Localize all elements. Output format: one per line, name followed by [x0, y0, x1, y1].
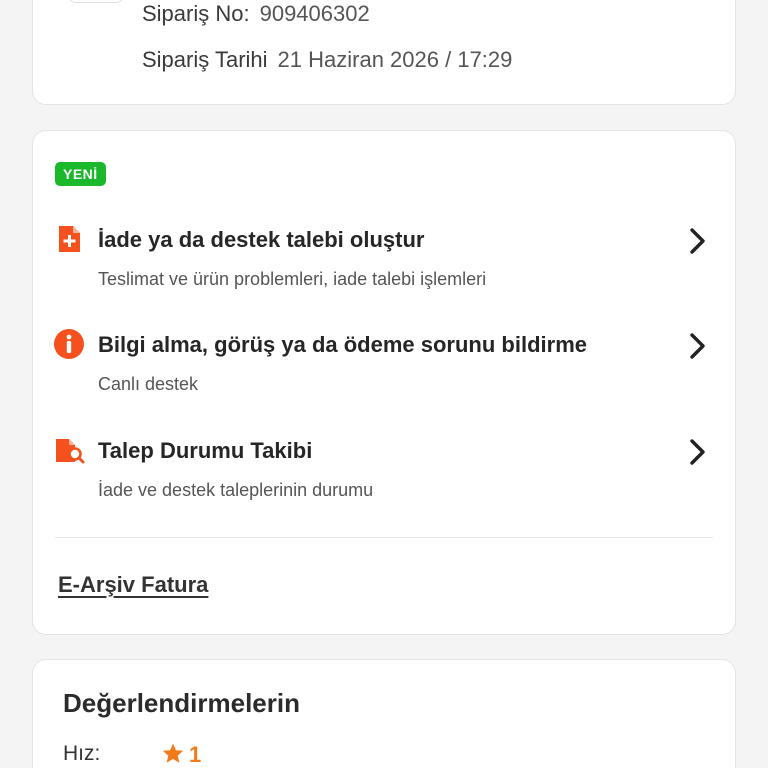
create-return-request-subtitle: Teslimat ve ürün problemleri, iade taleb…	[98, 269, 487, 289]
request-status-tracking-title: Talep Durumu Takibi	[98, 438, 313, 463]
info-feedback-payment-item[interactable]: Bilgi alma, görüş ya da ödeme sorunu bil…	[33, 326, 737, 416]
create-return-request-title: İade ya da destek talebi oluştur	[98, 227, 425, 252]
info-feedback-payment-subtitle: Canlı destek	[98, 374, 199, 394]
order-date-row: Sipariş Tarihi 21 Haziran 2026 / 17:29	[142, 47, 512, 73]
request-status-tracking-subtitle: İade ve destek taleplerinin durumu	[98, 480, 374, 500]
order-number-value: 909406302	[259, 1, 370, 26]
chevron-right-icon	[690, 228, 705, 254]
order-date-label: Sipariş Tarihi	[142, 47, 268, 72]
speed-label: Hız:	[63, 742, 101, 765]
order-number-row: Sipariş No: 909406302	[142, 1, 370, 27]
reviews-card: Değerlendirmelerin Hız: 1	[32, 659, 736, 768]
info-icon	[54, 329, 84, 359]
order-product-thumbnail	[67, 0, 125, 3]
order-info-card: Sipariş No: 909406302 Sipariş Tarihi 21 Ha…	[32, 0, 736, 105]
order-date-value: 21 Haziran 2026 / 17:29	[277, 47, 513, 72]
order-number-label: Sipariş No:	[142, 1, 250, 26]
e-archive-invoice-link[interactable]: E-Arşiv Fatura	[58, 572, 208, 598]
document-plus-icon	[59, 226, 80, 252]
document-search-icon	[56, 439, 85, 464]
chevron-right-icon	[690, 333, 705, 359]
new-badge: YENİ	[55, 162, 106, 186]
info-feedback-payment-title: Bilgi alma, görüş ya da ödeme sorunu bil…	[98, 332, 587, 357]
divider	[55, 537, 713, 538]
star-icon	[162, 743, 184, 763]
support-card: YENİ İade ya da destek talebi oluştur Te…	[32, 130, 736, 635]
chevron-right-icon	[690, 439, 705, 465]
create-return-request-item[interactable]: İade ya da destek talebi oluştur Teslima…	[33, 221, 737, 311]
speed-score: 1	[189, 742, 202, 767]
reviews-title: Değerlendirmelerin	[63, 688, 300, 718]
request-status-tracking-item[interactable]: Talep Durumu Takibi İade ve destek talep…	[33, 432, 737, 522]
